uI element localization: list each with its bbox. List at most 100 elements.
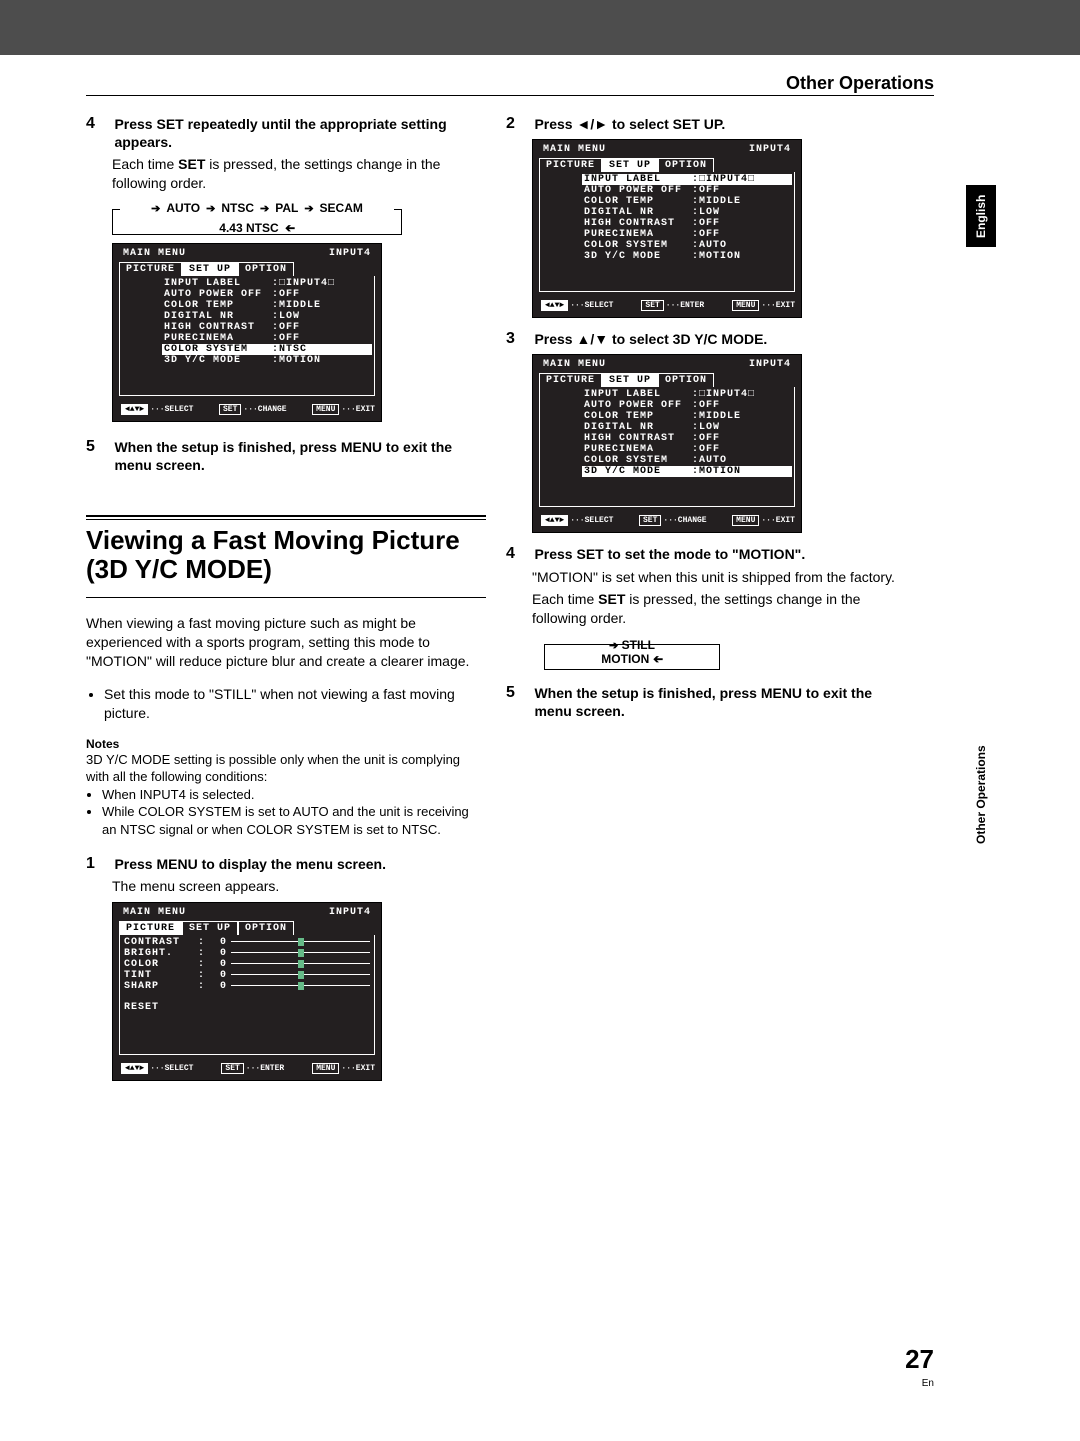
osd-tab-setup: SET UP <box>182 262 238 276</box>
osd-picture-row: CONTRAST : 0 <box>124 937 370 948</box>
step-number: 1 <box>86 855 110 873</box>
osd-title: MAIN MENU <box>543 359 606 370</box>
page: Other Operations English Other Operation… <box>76 55 1004 1415</box>
osd-tab-option: OPTION <box>658 373 714 387</box>
step-number: 4 <box>506 545 530 563</box>
osd-title: MAIN MENU <box>123 907 186 918</box>
step-body: The menu screen appears. <box>112 877 486 896</box>
step-body: Each time SET is pressed, the settings c… <box>112 155 486 193</box>
osd-tab-picture: PICTURE <box>119 921 182 935</box>
osd-setting-row: COLOR TEMP :MIDDLE <box>164 300 370 311</box>
arrow-right-icon <box>151 201 160 215</box>
step-number: 5 <box>506 684 530 702</box>
dpad-icon: ◄▲▼► <box>541 300 568 311</box>
osd-tabs: PICTURE SET UP OPTION <box>119 921 375 935</box>
step-heading: Press SET to set the mode to "MOTION". <box>534 545 904 563</box>
arrow-left-icon: ➔ <box>653 652 663 666</box>
arrow-right-icon <box>260 201 269 215</box>
osd-input-indicator: INPUT4 <box>749 359 791 370</box>
osd-title: MAIN MENU <box>123 248 186 259</box>
osd-titlebar: MAIN MENU INPUT4 <box>539 359 795 373</box>
step-1: 1 Press MENU to display the menu screen.… <box>86 855 486 1081</box>
step-body: Each time SET is pressed, the settings c… <box>532 590 906 628</box>
osd-input-indicator: INPUT4 <box>329 907 371 918</box>
osd-panel: INPUT LABEL :□INPUT4□AUTO POWER OFF:OFFC… <box>119 276 375 396</box>
language-tab: English <box>966 185 996 247</box>
osd-setting-row: HIGH CONTRAST :OFF <box>584 218 790 229</box>
osd-setup-screen: MAIN MENU INPUT4 PICTURE SET UP OPTION I… <box>532 354 802 533</box>
osd-titlebar: MAIN MENU INPUT4 <box>539 144 795 158</box>
section-tab: Other Operations <box>968 710 994 880</box>
step-number: 3 <box>506 330 530 348</box>
step-5-right: 5 When the setup is finished, press MENU… <box>506 684 906 720</box>
step-number: 2 <box>506 115 530 133</box>
osd-tab-setup: SET UP <box>182 921 238 935</box>
step-4: 4 Press SET repeatedly until the appropr… <box>86 115 486 422</box>
osd-picture-row: SHARP : 0 <box>124 981 370 992</box>
osd-tab-picture: PICTURE <box>119 262 182 276</box>
step-2: 2 Press ◄/► to select SET UP. MAIN MENU … <box>506 115 906 318</box>
set-button-icon: SET <box>221 1063 243 1074</box>
set-button-icon: SET <box>219 404 241 415</box>
header-rule <box>86 95 934 96</box>
osd-tab-option: OPTION <box>238 262 294 276</box>
osd-title: MAIN MENU <box>543 144 606 155</box>
step-number: 5 <box>86 438 110 456</box>
osd-setting-row: AUTO POWER OFF:OFF <box>584 400 790 411</box>
osd-tabs: PICTURE SET UP OPTION <box>539 373 795 387</box>
osd-setting-row: INPUT LABEL :□INPUT4□ <box>584 389 790 400</box>
notes-body: 3D Y/C MODE setting is possible only whe… <box>86 751 486 786</box>
osd-reset: RESET <box>124 1002 370 1013</box>
osd-tabs: PICTURE SET UP OPTION <box>119 262 375 276</box>
page-number: 27 <box>905 1344 934 1375</box>
menu-button-icon: MENU <box>732 515 759 526</box>
osd-tab-setup: SET UP <box>602 158 658 172</box>
osd-input-indicator: INPUT4 <box>749 144 791 155</box>
osd-tab-setup: SET UP <box>602 373 658 387</box>
step-body: "MOTION" is set when this unit is shippe… <box>532 568 906 587</box>
osd-footer: ◄▲▼►···SELECT SET···ENTER MENU···EXIT <box>119 1055 375 1074</box>
set-button-icon: SET <box>639 515 661 526</box>
step-heading: Press ◄/► to select SET UP. <box>534 115 904 133</box>
osd-setting-row: AUTO POWER OFF:OFF <box>164 289 370 300</box>
notes-heading: Notes <box>86 737 486 751</box>
osd-picture-row: COLOR : 0 <box>124 959 370 970</box>
osd-picture-screen: MAIN MENU INPUT4 PICTURE SET UP OPTION C… <box>112 902 382 1081</box>
osd-input-indicator: INPUT4 <box>329 248 371 259</box>
right-column: 2 Press ◄/► to select SET UP. MAIN MENU … <box>506 115 906 721</box>
top-banner <box>0 0 1080 55</box>
osd-setting-row: 3D Y/C MODE :MOTION <box>584 251 790 262</box>
osd-tab-picture: PICTURE <box>539 158 602 172</box>
section-heading: Viewing a Fast Moving Picture (3D Y/C MO… <box>86 526 486 586</box>
osd-setting-row: HIGH CONTRAST :OFF <box>164 322 370 333</box>
section-intro: When viewing a fast moving picture such … <box>86 614 486 671</box>
step-heading: Press MENU to display the menu screen. <box>114 855 484 873</box>
slider-bar <box>231 971 370 979</box>
cycle-diagram-1: AUTO NTSC PAL SECAM 4.43 NTSC ➔ <box>112 201 402 235</box>
step-heading: When the setup is finished, press MENU t… <box>114 438 484 474</box>
osd-tabs: PICTURE SET UP OPTION <box>539 158 795 172</box>
menu-button-icon: MENU <box>312 404 339 415</box>
section-rule <box>86 597 486 598</box>
arrow-right-icon <box>304 201 313 215</box>
osd-setup-screen: MAIN MENU INPUT4 PICTURE SET UP OPTION I… <box>112 243 382 422</box>
arrow-right-icon <box>609 638 618 652</box>
osd-footer: ◄▲▼►···SELECT SET···CHANGE MENU···EXIT <box>539 507 795 526</box>
arrow-right-icon <box>206 201 215 215</box>
slider-knob-icon <box>298 938 304 946</box>
slider-knob-icon <box>298 949 304 957</box>
osd-picture-row: BRIGHT. : 0 <box>124 948 370 959</box>
notes-list: When INPUT4 is selected. While COLOR SYS… <box>102 786 486 839</box>
section-rule <box>86 515 486 520</box>
slider-bar <box>231 949 370 957</box>
menu-button-icon: MENU <box>732 300 759 311</box>
osd-titlebar: MAIN MENU INPUT4 <box>119 248 375 262</box>
osd-setting-row: 3D Y/C MODE :MOTION <box>582 466 792 477</box>
osd-tab-option: OPTION <box>658 158 714 172</box>
osd-setting-row: DIGITAL NR :LOW <box>584 207 790 218</box>
section-bullet: Set this mode to "STILL" when not viewin… <box>86 685 486 723</box>
osd-setting-row: AUTO POWER OFF:OFF <box>584 185 790 196</box>
page-header-title: Other Operations <box>786 73 934 94</box>
osd-tab-option: OPTION <box>238 921 294 935</box>
dpad-icon: ◄▲▼► <box>541 515 568 526</box>
